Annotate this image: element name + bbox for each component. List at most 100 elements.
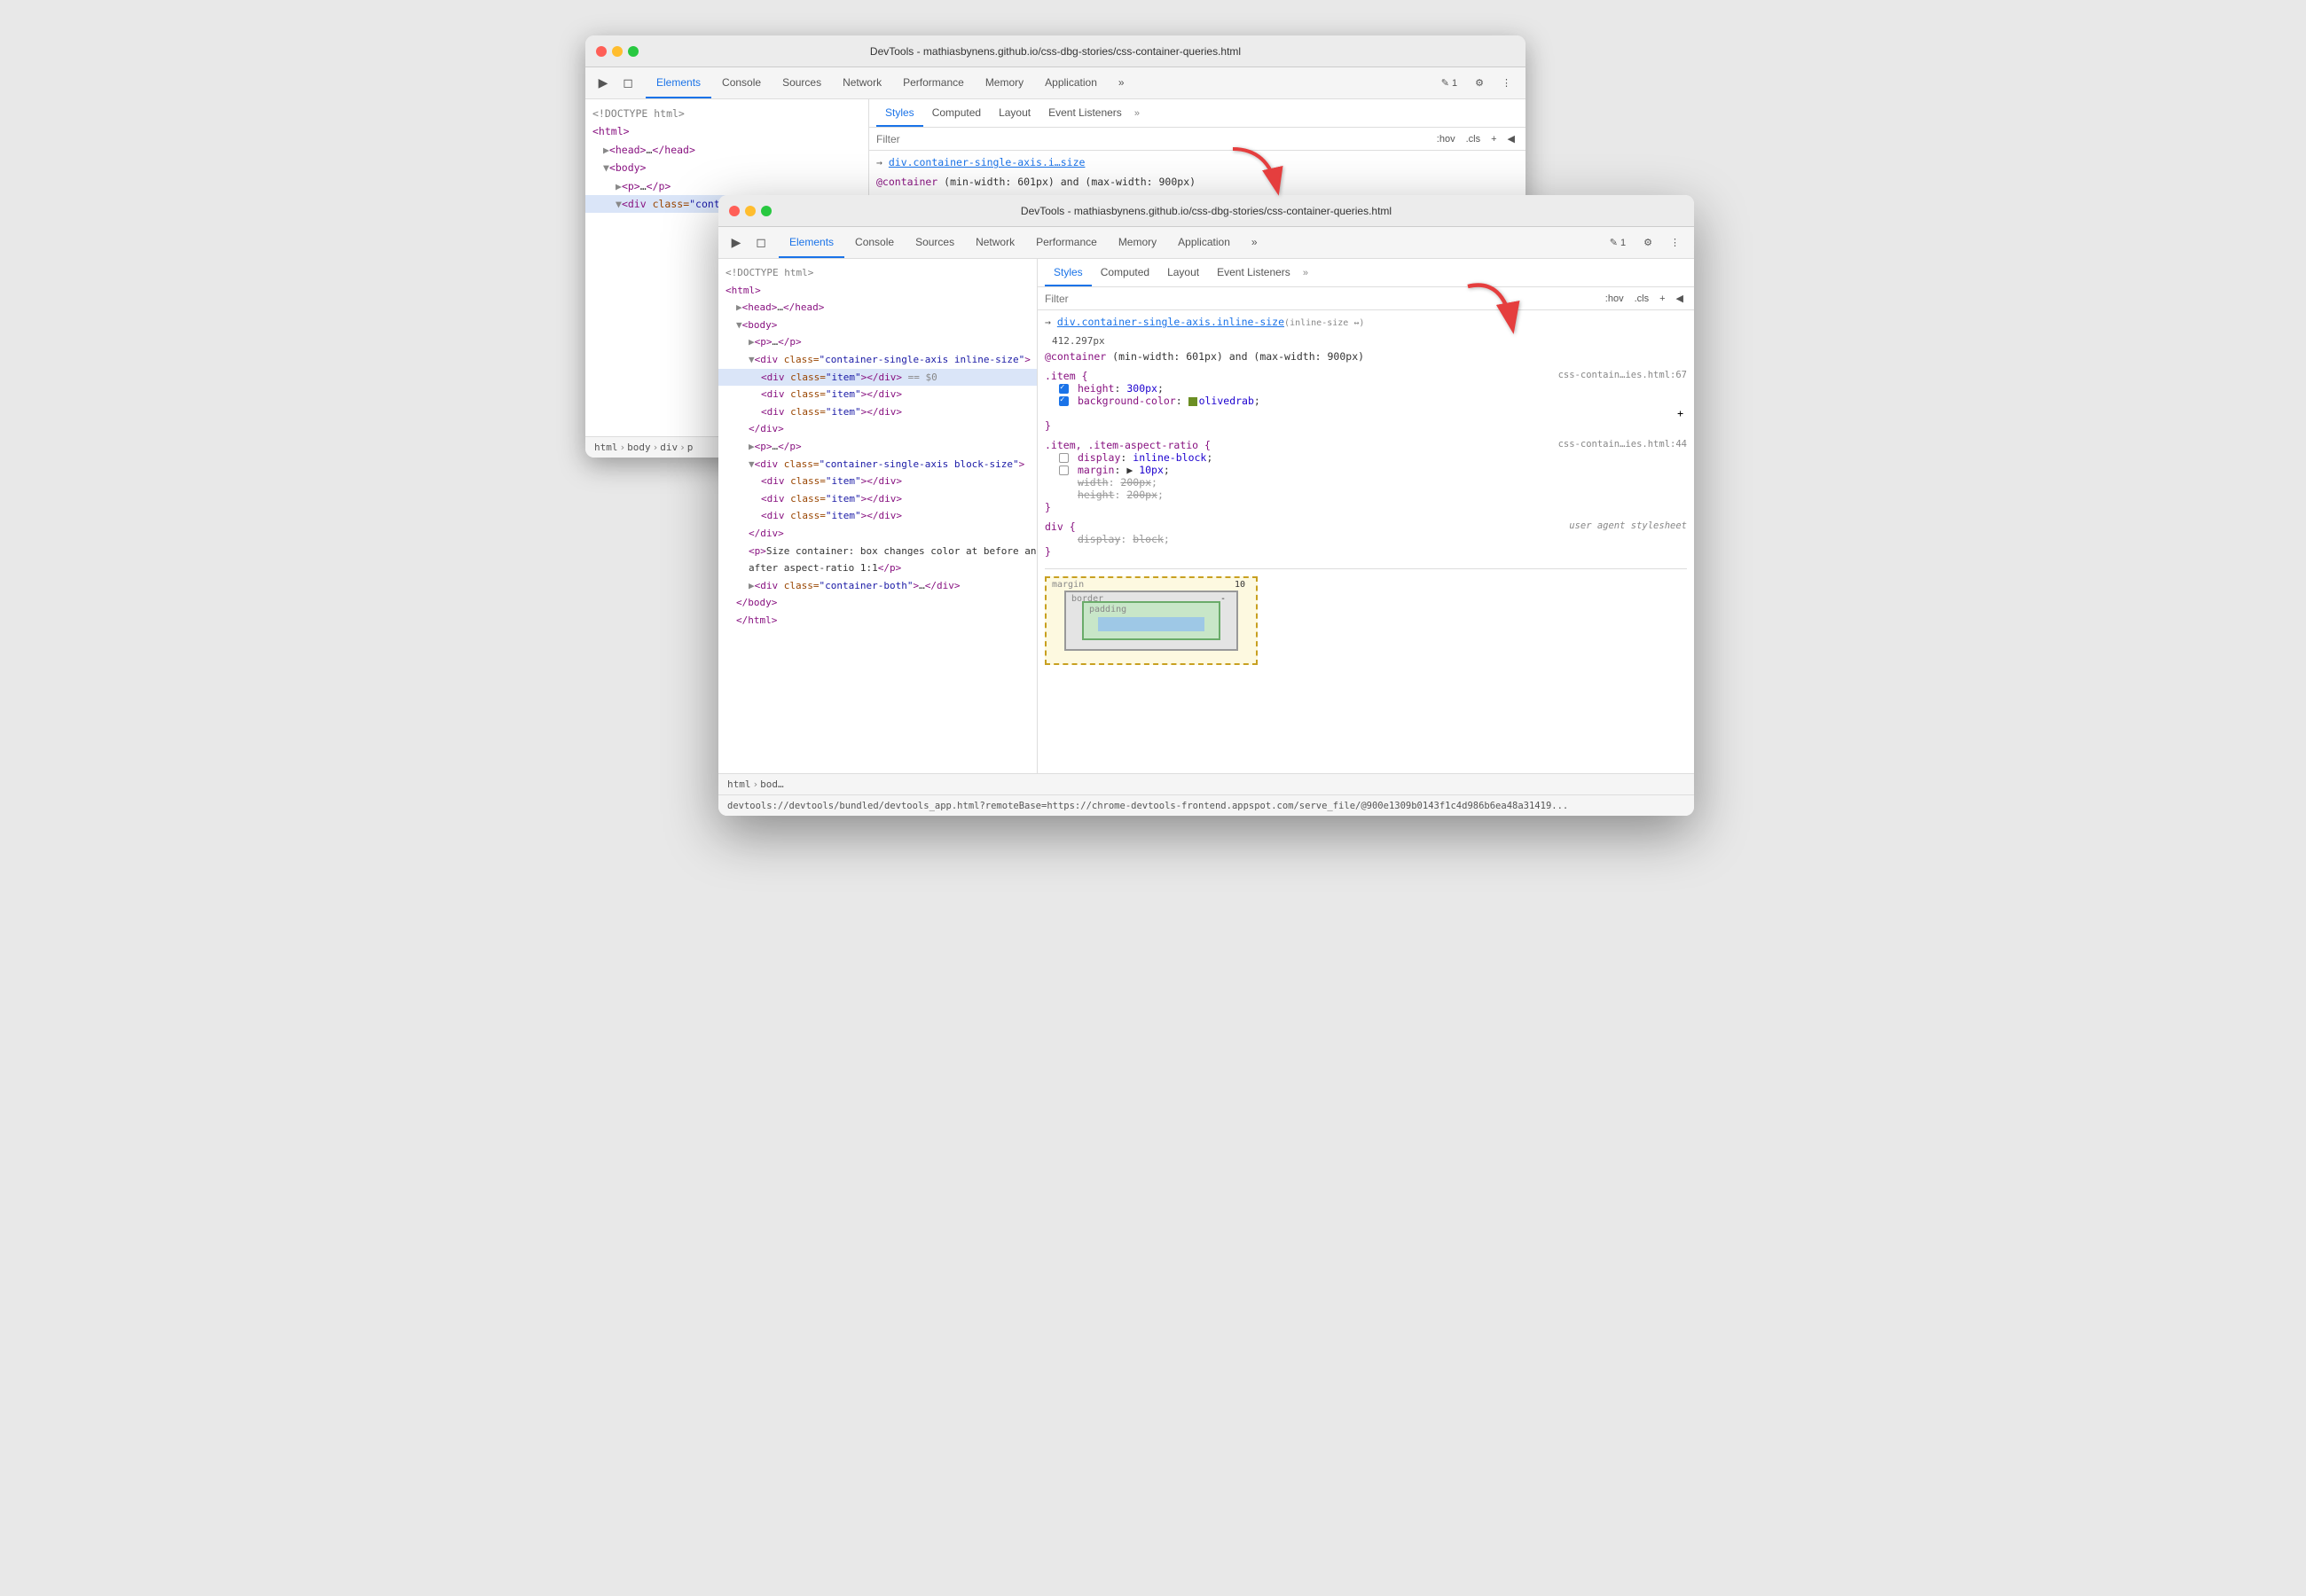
traffic-lights-front [729,206,772,216]
device-icon-back[interactable]: ◻ [617,73,639,94]
sub-tab-computed-back[interactable]: Computed [923,99,990,127]
breadcrumb-p-back[interactable]: p [687,442,694,453]
css-selector-link-front[interactable]: div.container-single-axis.inline-size [1057,316,1284,328]
cls-btn-front[interactable]: .cls [1631,292,1653,306]
css-checkbox-bgcolor[interactable] [1059,396,1069,406]
hov-btn-front[interactable]: :hov [1602,292,1628,306]
css-checkbox-display[interactable] [1059,453,1069,463]
tab-more-front[interactable]: » [1241,227,1268,258]
plus-btn-front[interactable]: + [1656,292,1668,306]
breadcrumb-html-front[interactable]: html [727,778,751,790]
css-checkbox-width[interactable] [1059,478,1069,488]
breadcrumb-front: html › bod… [718,773,1694,794]
menu-icon-back[interactable]: ⋮ [1494,74,1518,92]
css-rule-at-back: @container (min-width: 601px) and (max-w… [876,176,1518,188]
tab-performance-front[interactable]: Performance [1025,227,1108,258]
sub-tab-styles-back[interactable]: Styles [876,99,923,127]
sub-tab-more-back[interactable]: » [1134,99,1140,127]
url-status-bar: devtools://devtools/bundled/devtools_app… [718,794,1694,816]
toggle-btn-front[interactable]: ◀ [1673,291,1687,306]
filter-input-back[interactable] [876,133,1426,145]
box-model-border: border - padding [1064,591,1238,651]
close-button-back[interactable] [596,46,607,57]
sub-tab-computed-front[interactable]: Computed [1092,259,1158,286]
styles-panel-front: Styles Computed Layout Event Listeners »… [1038,259,1694,773]
tab-bar-back: ▶ ◻ Elements Console Sources Network Per… [585,67,1526,99]
breadcrumb-div-back[interactable]: div [660,442,678,453]
cls-btn-back[interactable]: .cls [1463,132,1485,146]
tab-elements-front[interactable]: Elements [779,227,844,258]
tab-sources-front[interactable]: Sources [905,227,965,258]
dom-line-container-inline: ▼<div class="container-single-axis inlin… [718,351,1037,369]
tab-bar-front: ▶ ◻ Elements Console Sources Network Per… [718,227,1694,259]
minimize-button-back[interactable] [612,46,623,57]
dom-panel-front[interactable]: <!DOCTYPE html> <html> ▶<head>…</head> ▼… [718,259,1038,773]
tab-application-front[interactable]: Application [1167,227,1241,258]
sub-tab-layout-front[interactable]: Layout [1158,259,1208,286]
sub-tabs-front: Styles Computed Layout Event Listeners » [1038,259,1694,287]
breadcrumb-bod-front[interactable]: bod… [760,778,784,790]
device-icon-front[interactable]: ◻ [750,232,772,254]
chat-icon-back[interactable]: ✎ 1 [1434,74,1464,92]
tab-console-back[interactable]: Console [711,67,772,98]
sub-tab-layout-back[interactable]: Layout [990,99,1039,127]
title-bar-back: DevTools - mathiasbynens.github.io/css-d… [585,35,1526,67]
filter-input-front[interactable] [1045,293,1595,305]
settings-icon-back[interactable]: ⚙ [1468,74,1491,92]
tab-memory-back[interactable]: Memory [975,67,1034,98]
close-button-front[interactable] [729,206,740,216]
add-prop-btn[interactable]: + [1045,407,1687,419]
border-value: - [1220,594,1226,604]
tab-sources-back[interactable]: Sources [772,67,832,98]
tab-performance-back[interactable]: Performance [892,67,975,98]
dom-line: ▶<head>…</head> [585,141,868,159]
maximize-button-front[interactable] [761,206,772,216]
css-prop-bgcolor: background-color: olivedrab; [1045,395,1687,407]
cursor-icon-back[interactable]: ▶ [592,73,614,94]
toggle-btn-back[interactable]: ◀ [1504,131,1518,146]
hov-btn-back[interactable]: :hov [1433,132,1459,146]
sub-tab-styles-front[interactable]: Styles [1045,259,1092,286]
css-selector-link-back[interactable]: div.container-single-axis.i…size [889,156,1086,168]
dom-line-item4: <div class="item"></div> [718,473,1037,490]
css-prop-width-strike: width: 200px; [1045,476,1687,489]
dom-line-p-size: <p>Size container: box changes color at … [718,543,1037,560]
tab-console-front[interactable]: Console [844,227,905,258]
dom-line-div-close: </div> [718,420,1037,438]
css-checkbox-height2[interactable] [1059,490,1069,500]
box-model-margin: margin 10 border - padding [1045,576,1258,665]
plus-btn-back[interactable]: + [1487,132,1500,146]
maximize-button-back[interactable] [628,46,639,57]
filter-bar-front: :hov .cls + ◀ [1038,287,1694,310]
tab-bar-right-front: ✎ 1 ⚙ ⋮ [1603,227,1694,258]
dom-line-item5: <div class="item"></div> [718,490,1037,508]
menu-icon-front[interactable]: ⋮ [1663,233,1687,252]
css-checkbox-display-ua[interactable] [1059,535,1069,544]
breadcrumb-html-back[interactable]: html [594,442,618,453]
css-content-front[interactable]: → div.container-single-axis.inline-size(… [1038,310,1694,773]
cursor-icon-front[interactable]: ▶ [726,232,747,254]
sub-tab-more-front[interactable]: » [1303,259,1308,286]
tab-application-back[interactable]: Application [1034,67,1108,98]
settings-icon-front[interactable]: ⚙ [1636,233,1659,252]
dom-line-div-close2: </div> [718,525,1037,543]
sub-tab-eventlisteners-front[interactable]: Event Listeners [1208,259,1299,286]
dom-line: <html> [585,122,868,140]
css-checkbox-height[interactable] [1059,384,1069,394]
dom-line-body: ▼<body> [718,317,1037,334]
tab-network-back[interactable]: Network [832,67,892,98]
toolbar-icons-front: ▶ ◻ [726,227,772,258]
tab-elements-back[interactable]: Elements [646,67,711,98]
tab-memory-front[interactable]: Memory [1108,227,1167,258]
css-prop-margin: margin: ▶ 10px; [1045,464,1687,476]
css-checkbox-margin[interactable] [1059,466,1069,475]
tab-network-front[interactable]: Network [965,227,1025,258]
chat-icon-front[interactable]: ✎ 1 [1603,233,1633,252]
dom-line-doctype: <!DOCTYPE html> [718,264,1037,282]
tab-more-back[interactable]: » [1108,67,1135,98]
sub-tab-eventlisteners-back[interactable]: Event Listeners [1039,99,1131,127]
margin-value: 10 [1235,580,1245,590]
breadcrumb-body-back[interactable]: body [627,442,651,453]
minimize-button-front[interactable] [745,206,756,216]
dom-line-html: <html> [718,282,1037,300]
